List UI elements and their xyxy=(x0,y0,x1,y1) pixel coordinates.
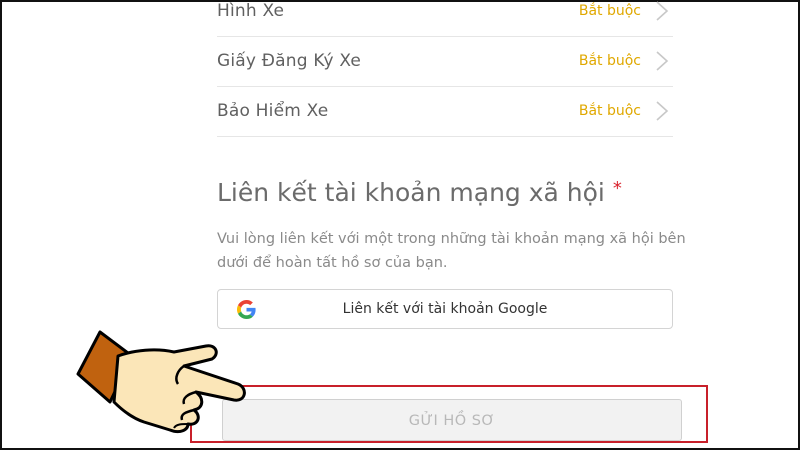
document-label: Giấy Đăng Ký Xe xyxy=(217,51,362,71)
document-row-vehicle-photo[interactable]: Hình Xe Bắt buộc xyxy=(217,0,673,37)
document-label: Bảo Hiểm Xe xyxy=(217,101,329,121)
required-badge: Bắt buộc xyxy=(578,53,641,69)
required-asterisk: * xyxy=(612,178,622,199)
pointing-hand-icon xyxy=(76,330,246,434)
social-link-heading: Liên kết tài khoản mạng xã hội * xyxy=(217,178,622,207)
profile-form: Hình Xe Bắt buộc Giấy Đăng Ký Xe Bắt buộ… xyxy=(217,0,686,450)
social-link-title: Liên kết tài khoản mạng xã hội xyxy=(217,178,605,207)
document-row-vehicle-insurance[interactable]: Bảo Hiểm Xe Bắt buộc xyxy=(217,86,673,137)
required-badge: Bắt buộc xyxy=(578,103,641,119)
chevron-right-icon xyxy=(656,51,669,71)
document-label: Hình Xe xyxy=(217,1,285,21)
chevron-right-icon xyxy=(656,101,669,121)
chevron-right-icon xyxy=(656,1,669,21)
link-google-label: Liên kết với tài khoản Google xyxy=(342,301,548,317)
document-row-vehicle-registration[interactable]: Giấy Đăng Ký Xe Bắt buộc xyxy=(217,36,673,87)
required-badge: Bắt buộc xyxy=(578,3,641,19)
link-google-button[interactable]: Liên kết với tài khoản Google xyxy=(217,289,673,329)
social-link-description: Vui lòng liên kết với một trong những tà… xyxy=(217,231,686,271)
